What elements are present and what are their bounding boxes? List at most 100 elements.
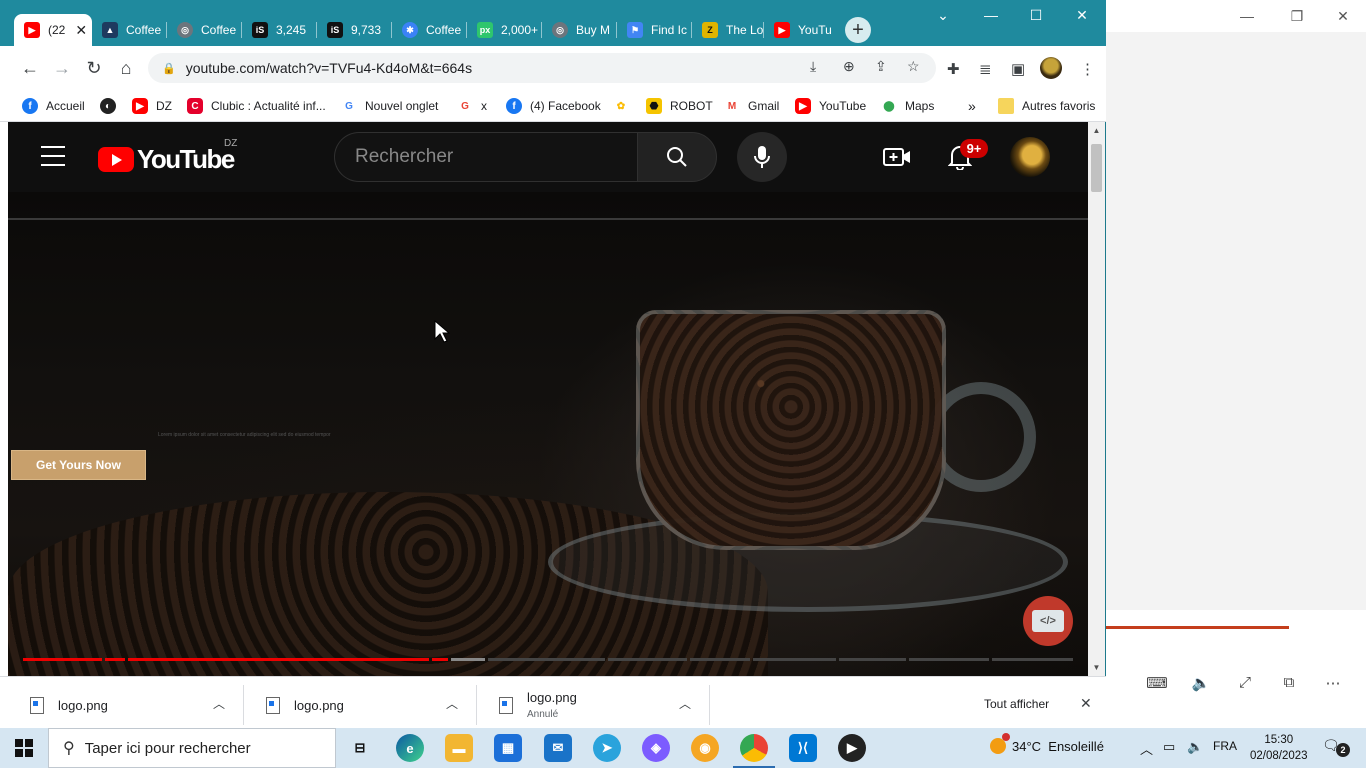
chapter-segment[interactable]: [991, 658, 1073, 661]
task-view-icon[interactable]: ⊟: [346, 734, 374, 762]
chrome-icon[interactable]: [733, 734, 775, 768]
tab-coffee-1[interactable]: ▲ Coffee: [92, 14, 167, 46]
chevron-up-icon[interactable]: ︿: [679, 695, 691, 712]
tab-youtube-active[interactable]: ▶ (22 ✕: [14, 14, 92, 46]
bookmark-gmail[interactable]: M Gmail: [724, 96, 779, 116]
tab-search-button[interactable]: ⌄: [920, 0, 966, 30]
bookmark-maps[interactable]: ⬤ Maps: [881, 96, 934, 116]
chapter-segment[interactable]: [607, 658, 688, 661]
show-all-downloads-link[interactable]: Tout afficher: [984, 697, 1049, 711]
volume-icon[interactable]: 🔈: [1187, 739, 1203, 755]
video-player[interactable]: Lorem ipsum dolor sit amet consectetur a…: [8, 192, 1088, 676]
forward-button[interactable]: →: [48, 54, 76, 82]
app-purple-icon[interactable]: ◈: [642, 734, 670, 762]
tab-close-icon[interactable]: ✕: [75, 22, 87, 39]
tab-istock-2[interactable]: iS 9,733: [317, 14, 392, 46]
start-button[interactable]: [0, 728, 48, 768]
scroll-thumb[interactable]: [1091, 144, 1102, 192]
youtube-logo[interactable]: YouTube DZ: [98, 138, 237, 175]
bookmark-unnamed-1[interactable]: ◐: [100, 96, 124, 116]
weather-widget[interactable]: 34°C Ensoleillé: [990, 733, 1104, 754]
chevron-up-icon[interactable]: ︿: [1140, 739, 1153, 758]
download-item-2[interactable]: logo.png ︿: [244, 685, 477, 725]
store-icon[interactable]: ▦: [494, 734, 522, 762]
bookmark-youtube[interactable]: ▶ YouTube: [795, 96, 866, 116]
file-explorer-icon[interactable]: ▬: [445, 734, 473, 762]
download-item-3[interactable]: logo.png Annulé ︿: [477, 685, 710, 725]
scroll-down-arrow-icon[interactable]: ▼: [1088, 659, 1105, 676]
bookmark-x[interactable]: G x: [457, 96, 487, 116]
tab-coffee-3[interactable]: ✱ Coffee: [392, 14, 467, 46]
voice-search-button[interactable]: [737, 132, 787, 182]
profile-avatar[interactable]: [1040, 57, 1062, 79]
tab-buy[interactable]: ◎ Buy M: [542, 14, 617, 46]
more-icon[interactable]: ⋯: [1322, 674, 1344, 692]
back-button[interactable]: ←: [16, 54, 44, 82]
system-clock[interactable]: 15:30 02/08/2023: [1250, 732, 1308, 764]
reload-button[interactable]: ↻: [80, 54, 108, 82]
minimize-button[interactable]: —: [968, 0, 1014, 30]
chapter-segment[interactable]: [839, 658, 907, 661]
tab-find-icons[interactable]: ⚑ Find Ic: [617, 14, 692, 46]
close-downloads-icon[interactable]: ✕: [1080, 695, 1092, 712]
chapter-segment[interactable]: [488, 658, 605, 661]
create-video-button[interactable]: [882, 142, 912, 172]
chapter-segment[interactable]: [690, 658, 750, 661]
tab-the-lo[interactable]: Z The Lo: [692, 14, 764, 46]
other-favorites-folder[interactable]: Autres favoris: [998, 96, 1095, 116]
share-icon[interactable]: ⇪: [875, 58, 887, 75]
bookmark-dz[interactable]: ▶ DZ: [132, 96, 172, 116]
more-bookmarks-button[interactable]: »: [968, 96, 976, 116]
chapter-segment[interactable]: [128, 658, 430, 661]
search-input[interactable]: [355, 146, 615, 168]
battery-icon[interactable]: ▭: [1163, 739, 1175, 755]
chapter-segment[interactable]: [451, 658, 486, 661]
language-indicator[interactable]: FRA: [1213, 739, 1237, 753]
edge-icon[interactable]: e: [396, 734, 424, 762]
search-field[interactable]: [334, 132, 638, 182]
media-control-icon[interactable]: ≣: [979, 60, 992, 78]
chapter-progress-bar[interactable]: [23, 658, 1073, 661]
chevron-up-icon[interactable]: ︿: [213, 695, 225, 712]
bookmark-robot[interactable]: ⬣ ROBOT: [646, 96, 713, 116]
chevron-up-icon[interactable]: ︿: [446, 695, 458, 712]
bookmark-photos[interactable]: ✿: [613, 96, 637, 116]
zoom-icon[interactable]: ⊕: [843, 58, 855, 75]
bookmark-clubic[interactable]: C Clubic : Actualité inf...: [187, 96, 326, 116]
hamburger-menu-icon[interactable]: [41, 146, 65, 166]
download-item-1[interactable]: logo.png ︿: [8, 685, 244, 725]
side-panel-icon[interactable]: ▣: [1011, 60, 1025, 78]
pip-icon[interactable]: ⧉: [1278, 674, 1300, 692]
chapter-segment[interactable]: [752, 658, 837, 661]
home-button[interactable]: ⌂: [112, 54, 140, 82]
lock-icon[interactable]: 🔒: [162, 62, 176, 75]
bookmark-nouvel-onglet[interactable]: G Nouvel onglet: [341, 96, 438, 116]
extensions-icon[interactable]: ✚: [947, 60, 960, 78]
vscode-icon[interactable]: ⟩⟨: [789, 734, 817, 762]
get-yours-now-button[interactable]: Get Yours Now: [11, 450, 146, 480]
address-bar[interactable]: 🔒 youtube.com/watch?v=TVFu4-Kd4oM&t=664s: [148, 53, 936, 83]
bookmark-facebook[interactable]: f (4) Facebook: [506, 96, 601, 116]
expand-icon[interactable]: ⤢: [1234, 674, 1256, 692]
taskbar-search-box[interactable]: ⚲ Taper ici pour rechercher: [48, 728, 336, 768]
menu-kebab-icon[interactable]: ⋮: [1080, 60, 1095, 78]
tab-istock-1[interactable]: iS 3,245: [242, 14, 317, 46]
notification-center-button[interactable]: 🗨 2: [1322, 737, 1350, 759]
telegram-icon[interactable]: ➤: [593, 734, 621, 762]
chapter-segment[interactable]: [105, 658, 126, 661]
bg-minimize-button[interactable]: —: [1224, 0, 1270, 32]
new-tab-button[interactable]: +: [845, 17, 871, 43]
search-button[interactable]: [637, 132, 717, 182]
tab-youtube-2[interactable]: ▶ YouTu: [764, 14, 839, 46]
keyboard-icon[interactable]: ⌨: [1146, 674, 1168, 692]
tab-pixabay[interactable]: px 2,000+: [467, 14, 542, 46]
maximize-button[interactable]: ☐: [1013, 0, 1059, 30]
code-badge-button[interactable]: </>: [1023, 596, 1073, 646]
install-icon[interactable]: ⤓: [810, 58, 816, 75]
bg-restore-button[interactable]: ❐: [1274, 0, 1320, 32]
close-button[interactable]: ✕: [1059, 0, 1105, 30]
mail-icon[interactable]: ✉: [544, 734, 572, 762]
bg-close-button[interactable]: ✕: [1320, 0, 1366, 32]
bookmark-star-icon[interactable]: ☆: [907, 58, 920, 75]
user-avatar[interactable]: [1010, 137, 1050, 177]
